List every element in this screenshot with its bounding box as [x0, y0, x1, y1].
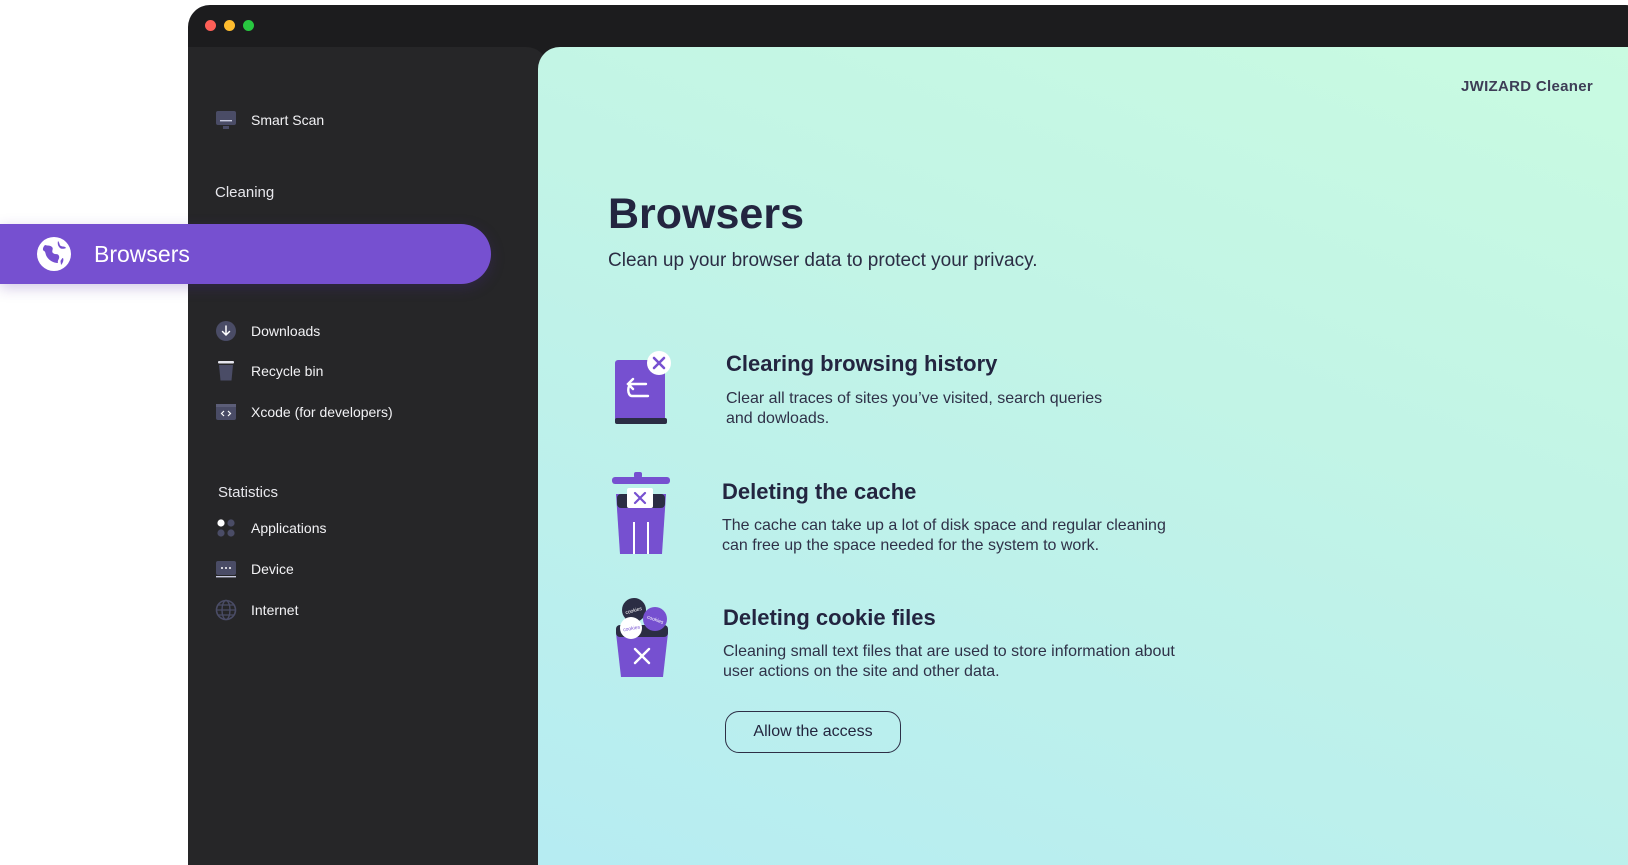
- cookie-bin-icon: cookies cookies cookies: [616, 598, 668, 677]
- title-bar: [188, 5, 1628, 47]
- app-window: Smart Scan Cleaning Downloads Recycle bi…: [188, 5, 1628, 865]
- sidebar-item-smart-scan[interactable]: Smart Scan: [215, 109, 324, 131]
- sidebar-item-label: Recycle bin: [251, 363, 324, 379]
- sidebar-item-internet[interactable]: Internet: [215, 599, 298, 621]
- zoom-window-button[interactable]: [243, 20, 254, 31]
- globe-icon: [215, 599, 237, 621]
- feature-desc-cache: The cache can take up a lot of disk spac…: [722, 517, 1166, 554]
- section-label-statistics: Statistics: [218, 484, 279, 501]
- minimize-window-button[interactable]: [224, 20, 235, 31]
- recycle-bin-icon: [215, 360, 237, 382]
- sidebar-item-device[interactable]: Device: [215, 558, 294, 580]
- sidebar-item-xcode[interactable]: Xcode (for developers): [215, 401, 393, 423]
- feature-desc-history: Clear all traces of sites you’ve visited…: [726, 390, 1103, 427]
- page-title: Browsers: [608, 190, 804, 238]
- feature-title-history: Clearing browsing history: [726, 351, 998, 376]
- sidebar-item-label: Device: [251, 561, 294, 577]
- sidebar-item-browsers[interactable]: Browsers: [0, 224, 491, 284]
- sidebar-item-label: Xcode (for developers): [251, 404, 393, 420]
- page-subtitle: Clean up your browser data to protect yo…: [608, 250, 1038, 271]
- sidebar-item-downloads[interactable]: Downloads: [215, 320, 320, 342]
- sidebar-item-label: Internet: [251, 602, 299, 618]
- monitor-icon: [215, 109, 237, 131]
- sidebar-item-label: Smart Scan: [251, 112, 325, 128]
- main-content: [538, 47, 1628, 865]
- history-book-icon: [615, 351, 671, 424]
- feature-desc-cookies: Cleaning small text files that are used …: [723, 643, 1175, 680]
- globe-icon: [37, 237, 71, 271]
- code-icon: [215, 401, 237, 423]
- sidebar-item-applications[interactable]: Applications: [215, 517, 327, 539]
- feature-title-cookies: Deleting cookie files: [723, 605, 936, 630]
- sidebar-item-label: Applications: [251, 520, 327, 536]
- trash-cache-icon: [612, 472, 670, 554]
- sidebar: Smart Scan Cleaning Downloads Recycle bi…: [188, 47, 548, 865]
- device-icon: [215, 558, 237, 580]
- close-window-button[interactable]: [205, 20, 216, 31]
- allow-access-button[interactable]: Allow the access: [725, 711, 901, 753]
- brand-name: JWIZARD Cleaner: [1460, 78, 1593, 95]
- sidebar-item-recycle-bin[interactable]: Recycle bin: [215, 360, 323, 382]
- feature-title-cache: Deleting the cache: [722, 479, 917, 504]
- sidebar-item-label: Browsers: [94, 240, 190, 267]
- download-icon: [215, 320, 237, 342]
- sidebar-item-label: Downloads: [251, 323, 321, 339]
- section-label-cleaning: Cleaning: [215, 184, 275, 201]
- applications-icon: [215, 517, 237, 539]
